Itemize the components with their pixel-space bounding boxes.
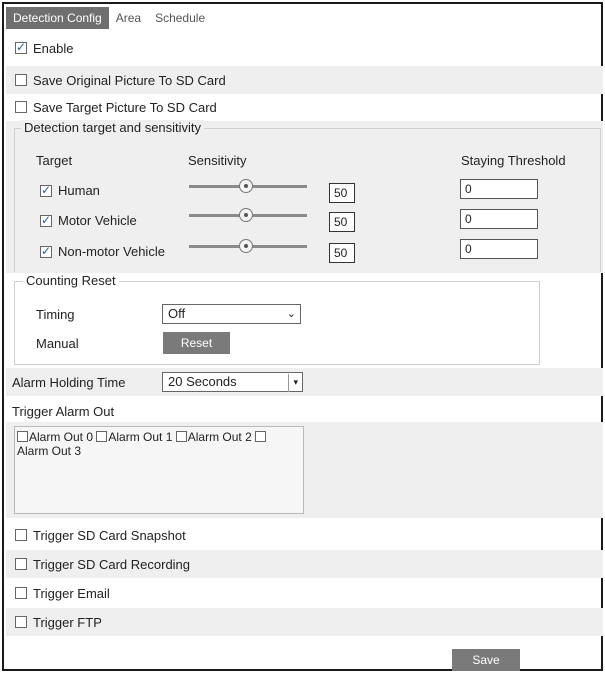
slider-knob[interactable] bbox=[239, 179, 253, 193]
human-checkbox[interactable] bbox=[40, 183, 52, 197]
alarm-holding-row: Alarm Holding Time bbox=[6, 368, 603, 396]
trigger-sd-snapshot-checkbox[interactable] bbox=[15, 529, 27, 541]
trigger-email-checkbox[interactable] bbox=[15, 587, 27, 599]
timing-select[interactable]: Off ⌄ bbox=[162, 304, 301, 324]
non-motor-vehicle-checkbox[interactable] bbox=[40, 244, 52, 258]
alarm-out-2-checkbox[interactable] bbox=[175, 431, 187, 442]
alarm-out-0-option[interactable]: Alarm Out 0 bbox=[17, 430, 93, 444]
motor-vehicle-sensitivity-slider[interactable] bbox=[189, 208, 307, 222]
motor-vehicle-staying-input[interactable]: 0 bbox=[460, 209, 538, 229]
target-row-motor-vehicle: Motor Vehicle bbox=[40, 213, 137, 228]
motor-vehicle-checkbox[interactable] bbox=[40, 213, 52, 227]
alarm-out-0-label: Alarm Out 0 bbox=[29, 430, 94, 444]
non-motor-vehicle-staying-input[interactable]: 0 bbox=[460, 239, 538, 259]
alarm-out-2-option[interactable]: Alarm Out 2 bbox=[175, 430, 252, 444]
alarm-out-1-label: Alarm Out 1 bbox=[108, 430, 173, 444]
slider-knob[interactable] bbox=[239, 208, 253, 222]
timing-select-value: Off bbox=[168, 306, 186, 321]
non-motor-vehicle-sensitivity-value[interactable]: 50 bbox=[329, 243, 355, 263]
enable-row: Enable bbox=[6, 37, 603, 59]
slider-knob[interactable] bbox=[239, 239, 253, 253]
reset-button[interactable]: Reset bbox=[163, 332, 230, 354]
header-staying-threshold: Staying Threshold bbox=[461, 153, 566, 168]
non-motor-vehicle-sensitivity-slider[interactable] bbox=[189, 239, 307, 253]
motor-vehicle-label: Motor Vehicle bbox=[58, 213, 137, 228]
chevron-down-icon: ▾ bbox=[288, 374, 298, 392]
trigger-email-row: Trigger Email bbox=[6, 580, 603, 606]
alarm-out-list: Alarm Out 0 Alarm Out 1 Alarm Out 2 Alar… bbox=[14, 426, 304, 514]
non-motor-vehicle-label: Non-motor Vehicle bbox=[58, 244, 165, 259]
trigger-ftp-row: Trigger FTP bbox=[6, 608, 603, 636]
alarm-out-1-checkbox[interactable] bbox=[96, 431, 108, 442]
chevron-down-icon: ⌄ bbox=[286, 307, 296, 320]
config-panel: Detection Config Area Schedule Enable Sa… bbox=[2, 2, 603, 671]
trigger-sd-recording-row: Trigger SD Card Recording bbox=[6, 550, 603, 578]
alarm-out-3-checkbox[interactable] bbox=[255, 431, 267, 442]
detection-legend: Detection target and sensitivity bbox=[21, 120, 205, 135]
alarm-holding-label: Alarm Holding Time bbox=[12, 374, 126, 390]
enable-checkbox[interactable] bbox=[15, 40, 27, 54]
trigger-ftp-label: Trigger FTP bbox=[33, 614, 102, 630]
trigger-alarm-out-label: Trigger Alarm Out bbox=[12, 404, 115, 419]
save-original-row: Save Original Picture To SD Card bbox=[6, 66, 603, 94]
tab-area[interactable]: Area bbox=[109, 7, 148, 29]
trigger-sd-snapshot-row: Trigger SD Card Snapshot bbox=[6, 522, 603, 548]
save-original-checkbox[interactable] bbox=[15, 74, 27, 86]
tab-detection-config[interactable]: Detection Config bbox=[6, 7, 109, 29]
enable-label: Enable bbox=[33, 40, 74, 56]
motor-vehicle-sensitivity-value[interactable]: 50 bbox=[329, 212, 355, 232]
human-staying-input[interactable]: 0 bbox=[460, 179, 538, 199]
alarm-out-3-label: Alarm Out 3 bbox=[17, 444, 82, 458]
trigger-ftp-checkbox[interactable] bbox=[15, 616, 27, 628]
alarm-out-0-checkbox[interactable] bbox=[17, 431, 28, 442]
human-sensitivity-value[interactable]: 50 bbox=[329, 183, 355, 203]
tab-schedule[interactable]: Schedule bbox=[148, 7, 212, 29]
manual-label: Manual bbox=[36, 336, 79, 351]
human-sensitivity-slider[interactable] bbox=[189, 179, 307, 193]
save-target-label: Save Target Picture To SD Card bbox=[33, 99, 217, 115]
target-row-non-motor-vehicle: Non-motor Vehicle bbox=[40, 244, 165, 259]
trigger-email-label: Trigger Email bbox=[33, 585, 110, 601]
human-label: Human bbox=[58, 183, 100, 198]
trigger-sd-snapshot-label: Trigger SD Card Snapshot bbox=[33, 527, 186, 543]
alarm-holding-select[interactable]: 20 Seconds ▾ bbox=[162, 372, 303, 392]
alarm-out-2-label: Alarm Out 2 bbox=[187, 430, 252, 444]
alarm-holding-value: 20 Seconds bbox=[168, 374, 237, 389]
save-button[interactable]: Save bbox=[452, 649, 520, 671]
save-target-row: Save Target Picture To SD Card bbox=[6, 95, 603, 119]
trigger-sd-recording-label: Trigger SD Card Recording bbox=[33, 556, 191, 572]
trigger-sd-recording-checkbox[interactable] bbox=[15, 558, 27, 570]
counting-reset-legend: Counting Reset bbox=[23, 273, 119, 288]
timing-label: Timing bbox=[36, 307, 75, 322]
alarm-out-1-option[interactable]: Alarm Out 1 bbox=[96, 430, 172, 444]
header-target: Target bbox=[36, 153, 73, 168]
tab-bar: Detection Config Area Schedule bbox=[6, 7, 212, 29]
target-row-human: Human bbox=[40, 183, 100, 198]
header-sensitivity: Sensitivity bbox=[188, 153, 247, 168]
save-target-checkbox[interactable] bbox=[15, 101, 27, 113]
save-original-label: Save Original Picture To SD Card bbox=[33, 72, 226, 88]
